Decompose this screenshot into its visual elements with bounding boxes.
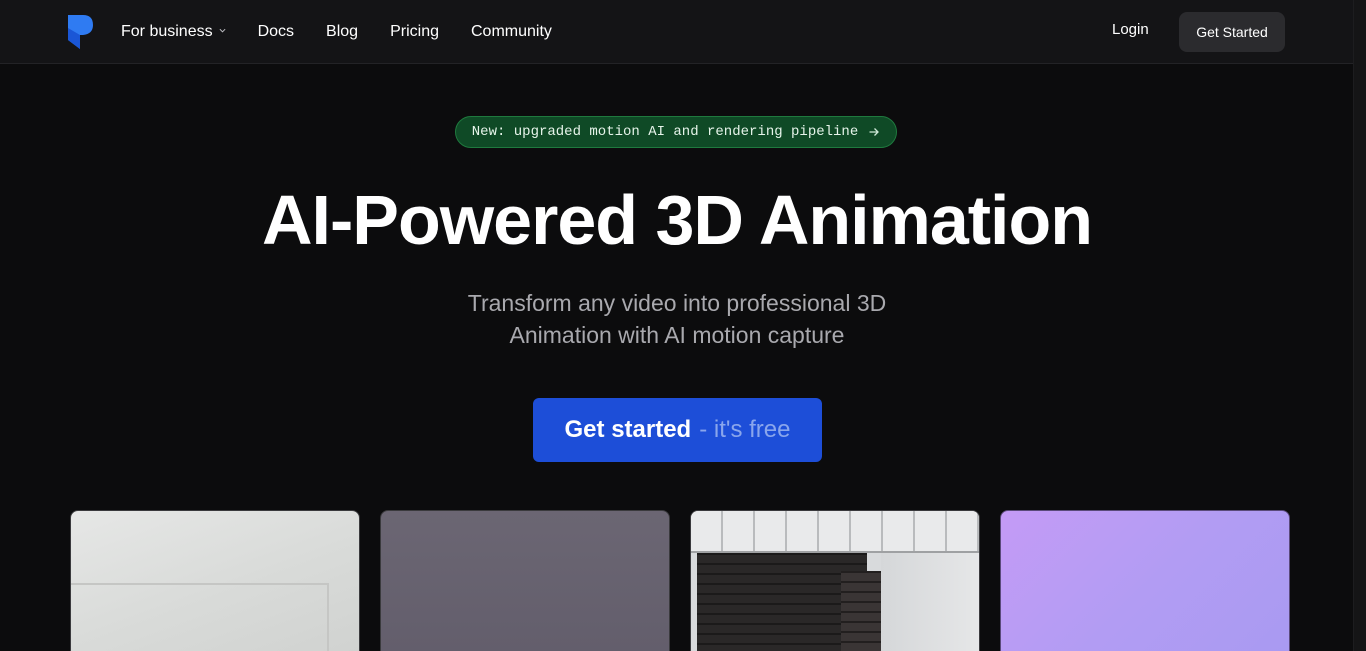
nav-link-label: Pricing — [390, 22, 439, 40]
hero-title: AI-Powered 3D Animation — [261, 181, 1093, 259]
door-panel-edge — [327, 583, 329, 651]
nav-link-label: For business — [121, 22, 213, 40]
hero-subtitle-line-2: Animation with AI motion capture — [509, 322, 845, 348]
preview-card-brick-wall[interactable] — [690, 510, 980, 651]
nav-link-label: Docs — [257, 22, 295, 40]
brick-wall-edge — [841, 571, 881, 651]
nav-link-blog[interactable]: Blog — [326, 23, 358, 41]
landing-page: For business Docs Blog Pricing Community… — [0, 0, 1366, 651]
login-link[interactable]: Login — [1112, 21, 1149, 38]
nav-link-pricing[interactable]: Pricing — [390, 23, 439, 41]
nav-get-started-button[interactable]: Get Started — [1179, 12, 1285, 52]
announcement-badge-label: New: upgraded motion AI and rendering pi… — [471, 124, 859, 140]
chevron-down-icon — [219, 28, 226, 33]
preview-card-door[interactable] — [70, 510, 360, 651]
nav-link-docs[interactable]: Docs — [258, 23, 294, 41]
arrow-right-icon — [869, 128, 880, 136]
nav-link-label: Community — [470, 22, 552, 40]
nav-link-community[interactable]: Community — [471, 23, 552, 41]
brand-logo-icon[interactable] — [66, 14, 94, 50]
hero-subtitle: Transform any video into professional 3D… — [0, 287, 1354, 351]
white-wall — [881, 553, 979, 651]
hero-subtitle-line-1: Transform any video into professional 3D — [467, 290, 887, 316]
cta-sub-label: - it's free — [699, 416, 791, 443]
door-panel-line — [71, 583, 329, 585]
scrollbar[interactable] — [1353, 0, 1366, 651]
nav-links: For business Docs Blog Pricing Community — [121, 0, 584, 63]
get-started-free-button[interactable]: Get started - it's free — [533, 398, 822, 462]
nav-link-label: Blog — [326, 22, 359, 40]
cta-main-label: Get started — [564, 416, 692, 443]
nav-link-for-business[interactable]: For business — [121, 23, 226, 41]
announcement-badge[interactable]: New: upgraded motion AI and rendering pi… — [455, 116, 897, 148]
preview-card-purple-gray[interactable] — [380, 510, 670, 651]
top-navbar: For business Docs Blog Pricing Community… — [0, 0, 1354, 64]
preview-card-lavender[interactable] — [1000, 510, 1290, 651]
ceiling-grid — [691, 511, 979, 553]
